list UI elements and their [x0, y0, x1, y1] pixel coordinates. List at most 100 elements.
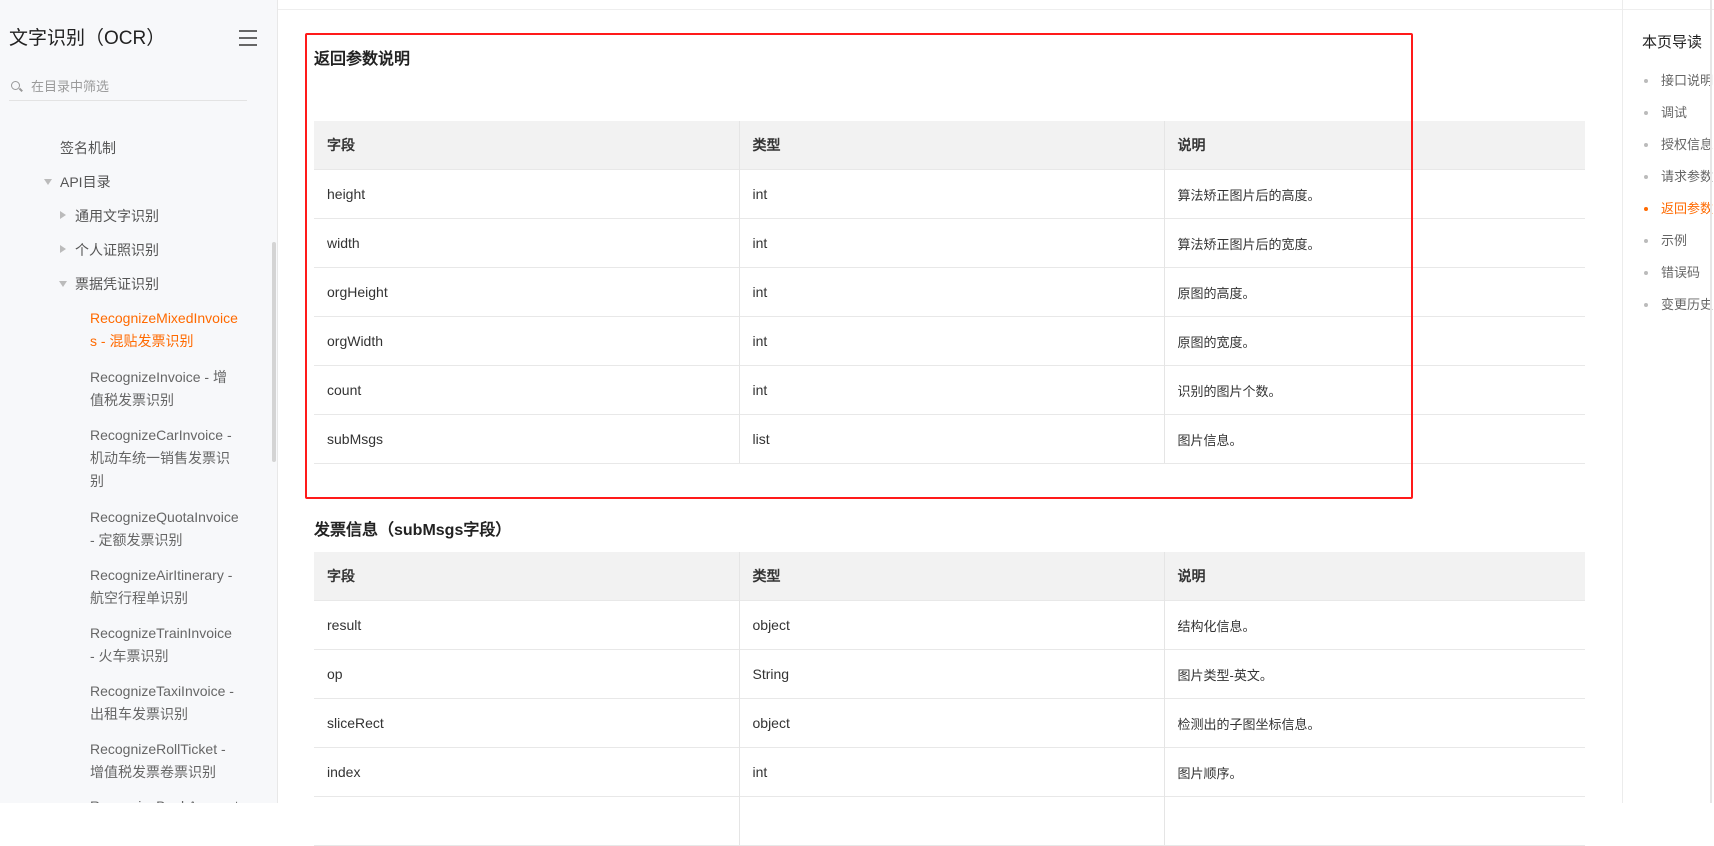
sidebar-item-recognize-invoice[interactable]: RecognizeInvoice - 增 值税发票识别 [90, 366, 240, 412]
sidebar-item-recognize-roll-ticket[interactable]: RecognizeRollTicket - 增值税发票卷票识别 [90, 738, 240, 784]
bullet-dot-icon [1644, 111, 1648, 115]
product-title: 文字识别（OCR） [9, 28, 166, 49]
sub-item-line: - 定额发票识别 [90, 532, 183, 548]
column-header-type: 类型 [739, 552, 1165, 601]
table-row: orgWidth int 原图的宽度。 [314, 316, 1585, 366]
sidebar-item-recognize-air-itinerary[interactable]: RecognizeAirItinerary - 航空行程单识别 [90, 564, 240, 610]
nav-item-label: 签名机制 [60, 140, 116, 156]
field-cell: orgWidth [314, 316, 740, 366]
menu-toggle-icon[interactable] [239, 30, 257, 46]
section-title-invoice-info: 发票信息（subMsgs字段） [314, 522, 512, 539]
nav-item-api-catalog[interactable]: API目录 [44, 171, 111, 193]
toc-item-request-params[interactable]: 请求参数 [1644, 167, 1713, 187]
bullet-dot-icon [1644, 271, 1648, 275]
field-cell: sliceRect [314, 698, 740, 748]
expanded-caret-icon [44, 179, 52, 185]
description-cell: 图片信息。 [1164, 414, 1585, 464]
section-title-return-params: 返回参数说明 [314, 51, 411, 68]
nav-item-id-card-ocr[interactable]: 个人证照识别 [60, 239, 159, 261]
bullet-dot-icon [1644, 79, 1648, 83]
type-cell: int [739, 169, 1165, 219]
table-row: index int 图片顺序。 [314, 747, 1585, 797]
toc-item-label: 授权信息 [1661, 137, 1714, 152]
table-row: count int 识别的图片个数。 [314, 365, 1585, 415]
type-cell: int [739, 267, 1165, 317]
sub-item-line: - 火车票识别 [90, 648, 169, 664]
toc-item-return-params[interactable]: 返回参数 [1644, 199, 1714, 219]
toc-item-change-history[interactable]: 变更历史 [1644, 295, 1713, 315]
page-scrollbar[interactable] [1710, 0, 1712, 803]
collapsed-caret-icon [60, 245, 66, 253]
type-cell: object [739, 600, 1165, 650]
toc-item-auth-info[interactable]: 授权信息 [1644, 135, 1714, 155]
search-icon [11, 81, 21, 91]
toc-title: 本页导读 [1642, 34, 1703, 51]
expanded-caret-icon [59, 281, 67, 287]
bullet-dot-icon [1644, 143, 1648, 147]
toc-item-example[interactable]: 示例 [1644, 231, 1688, 251]
sub-item-line: 值税发票识别 [90, 392, 174, 408]
catalog-filter [9, 72, 247, 101]
column-header-field: 字段 [314, 121, 740, 170]
type-cell: String [739, 649, 1165, 699]
type-cell: int [739, 365, 1165, 415]
table-row: height int 算法矫正图片后的高度。 [314, 169, 1585, 219]
sub-item-line: 增值税发票卷票识别 [90, 764, 216, 780]
description-cell: 结构化信息。 [1164, 600, 1585, 650]
table-row: result object 结构化信息。 [314, 600, 1585, 650]
sub-item-line: RecognizeTrainInvoice [90, 625, 232, 641]
catalog-filter-input[interactable] [31, 78, 231, 94]
toc-item-error-codes[interactable]: 错误码 [1644, 263, 1700, 283]
sidebar-item-recognize-car-invoice[interactable]: RecognizeCarInvoice - 机动车统一销售发票识 别 [90, 424, 240, 493]
type-cell: list [739, 414, 1165, 464]
sidebar-item-recognize-train-invoice[interactable]: RecognizeTrainInvoice - 火车票识别 [90, 622, 240, 668]
table-row [314, 796, 1585, 846]
sub-item-line: RecognizeTaxiInvoice - [90, 683, 234, 699]
table-header-row: 字段 类型 说明 [314, 121, 1585, 170]
type-cell: object [739, 698, 1165, 748]
field-cell: count [314, 365, 740, 415]
sidebar-scrollbar[interactable] [272, 242, 276, 462]
description-cell: 算法矫正图片后的宽度。 [1164, 218, 1585, 268]
column-header-description: 说明 [1164, 552, 1585, 601]
sidebar-item-recognize-quota-invoice[interactable]: RecognizeQuotaInvoice - 定额发票识别 [90, 506, 240, 552]
field-cell: orgHeight [314, 267, 740, 317]
nav-item-label: 通用文字识别 [75, 208, 159, 224]
type-cell: int [739, 316, 1165, 366]
sub-item-line: s - 混贴发票识别 [90, 333, 194, 349]
nav-item-general-ocr[interactable]: 通用文字识别 [60, 205, 159, 227]
field-cell: subMsgs [314, 414, 740, 464]
toc-item-label: 返回参数 [1661, 201, 1714, 216]
table-row: orgHeight int 原图的高度。 [314, 267, 1585, 317]
sidebar-item-recognize-mixed-invoices[interactable]: RecognizeMixedInvoice s - 混贴发票识别 [90, 307, 240, 353]
nav-item-label: 票据凭证识别 [75, 276, 159, 292]
invoice-info-table: 字段 类型 说明 result object 结构化信息。 op String … [314, 552, 1585, 846]
top-bar [278, 0, 1714, 10]
sidebar-item-recognize-taxi-invoice[interactable]: RecognizeTaxiInvoice - 出租车发票识别 [90, 680, 240, 726]
page-toc: 本页导读 接口说明 调试 授权信息 请求参数 返回参数 示例 错误码 变更历史 [1622, 0, 1714, 803]
bullet-dot-icon [1644, 207, 1648, 211]
toc-item-debug[interactable]: 调试 [1644, 103, 1687, 123]
toc-item-api-description[interactable]: 接口说明 [1644, 71, 1713, 91]
sub-item-line: RecognizeInvoice - 增 [90, 369, 227, 385]
sub-item-line: 机动车统一销售发票识 [90, 450, 230, 466]
field-cell: height [314, 169, 740, 219]
sidebar-item-recognize-bank-account[interactable]: RecognizeBankAccount [90, 795, 240, 803]
type-cell: int [739, 218, 1165, 268]
bullet-dot-icon [1644, 239, 1648, 243]
table-row: width int 算法矫正图片后的宽度。 [314, 218, 1585, 268]
sidebar-header: 文字识别（OCR） [9, 24, 257, 54]
toc-item-label: 示例 [1661, 233, 1688, 248]
sidebar: 文字识别（OCR） 签名机制 API目录 通用文字识别 个人证照识别 票据凭证识… [0, 0, 278, 803]
nav-item-invoice-ocr[interactable]: 票据凭证识别 [59, 273, 159, 295]
field-cell [314, 796, 740, 846]
description-cell: 算法矫正图片后的高度。 [1164, 169, 1585, 219]
description-cell: 原图的宽度。 [1164, 316, 1585, 366]
column-header-field: 字段 [314, 552, 740, 601]
bullet-dot-icon [1644, 175, 1648, 179]
sub-item-line: RecognizeRollTicket - [90, 741, 226, 757]
type-cell [739, 796, 1165, 846]
nav-item-signature[interactable]: 签名机制 [60, 137, 116, 159]
nav-item-label: 个人证照识别 [75, 242, 159, 258]
column-header-description: 说明 [1164, 121, 1585, 170]
